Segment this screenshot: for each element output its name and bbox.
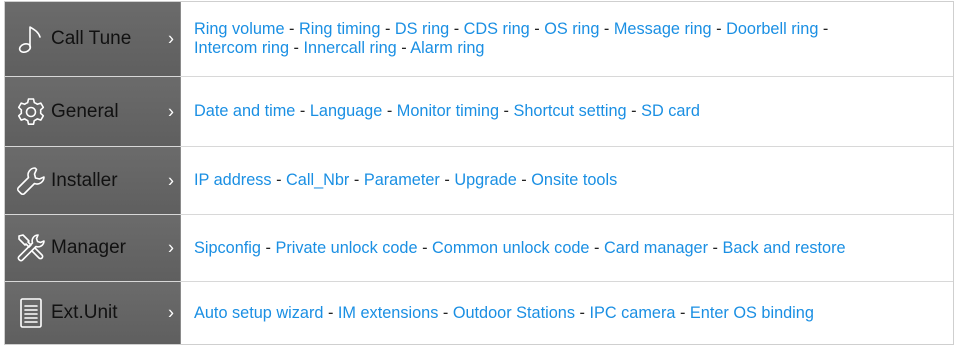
- separator: -: [626, 102, 642, 120]
- links-panel: IP address - Call_Nbr - Parameter - Upgr…: [181, 147, 953, 214]
- document-icon: [15, 297, 47, 329]
- menu-row-call-tune: Call Tune › Ring volume - Ring timing - …: [5, 2, 953, 77]
- separator: -: [449, 20, 464, 38]
- separator: -: [438, 303, 453, 322]
- category-manager[interactable]: Manager ›: [5, 215, 181, 281]
- link-call-nbr[interactable]: Call_Nbr: [286, 171, 349, 189]
- link-list: Ring volume - Ring timing - DS ring - CD…: [194, 20, 828, 58]
- chevron-right-icon: ›: [168, 237, 174, 258]
- separator: -: [439, 171, 455, 189]
- link-back-and-restore[interactable]: Back and restore: [723, 239, 846, 257]
- links-panel: Auto setup wizard - IM extensions - Outd…: [181, 282, 953, 344]
- separator: -: [529, 20, 545, 38]
- separator: -: [599, 20, 614, 38]
- settings-menu: Call Tune › Ring volume - Ring timing - …: [4, 1, 954, 345]
- link-ds-ring[interactable]: DS ring: [395, 20, 449, 38]
- link-intercom-ring[interactable]: Intercom ring: [194, 39, 289, 57]
- wrench-icon: [15, 165, 47, 197]
- link-list: Sipconfig - Private unlock code - Common…: [194, 239, 846, 258]
- link-ip-address[interactable]: IP address: [194, 171, 272, 189]
- link-language[interactable]: Language: [310, 102, 382, 120]
- links-panel: Sipconfig - Private unlock code - Common…: [181, 215, 953, 281]
- link-monitor-timing[interactable]: Monitor timing: [397, 102, 499, 120]
- menu-row-manager: Manager › Sipconfig - Private unlock cod…: [5, 215, 953, 282]
- separator: -: [349, 171, 364, 189]
- links-panel: Ring volume - Ring timing - DS ring - CD…: [181, 2, 953, 76]
- separator: -: [260, 238, 276, 257]
- separator: -: [271, 171, 287, 189]
- category-label: Installer: [51, 169, 118, 191]
- chevron-right-icon: ›: [168, 302, 174, 323]
- link-os-ring[interactable]: OS ring: [544, 20, 599, 38]
- chevron-right-icon: ›: [168, 170, 174, 190]
- link-message-ring[interactable]: Message ring: [614, 20, 712, 38]
- separator: -: [284, 20, 299, 38]
- link-innercall-ring[interactable]: Innercall ring: [303, 39, 396, 57]
- chevron-right-icon: ›: [168, 101, 174, 121]
- separator: -: [675, 303, 690, 322]
- separator: -: [708, 238, 723, 257]
- link-enter-os-binding[interactable]: Enter OS binding: [690, 304, 814, 322]
- link-auto-setup-wizard[interactable]: Auto setup wizard: [194, 304, 323, 322]
- separator: -: [589, 238, 604, 257]
- link-ring-volume[interactable]: Ring volume: [194, 20, 285, 38]
- separator: -: [380, 20, 395, 38]
- category-installer[interactable]: Installer ›: [5, 147, 181, 214]
- link-parameter[interactable]: Parameter: [364, 171, 440, 189]
- separator: -: [417, 238, 433, 257]
- separator: -: [295, 102, 310, 120]
- link-sd-card[interactable]: SD card: [641, 102, 700, 120]
- separator: -: [499, 102, 514, 120]
- category-general[interactable]: General ›: [5, 77, 181, 146]
- separator: -: [382, 102, 397, 120]
- tools-icon: [15, 232, 47, 264]
- separator: -: [323, 303, 338, 322]
- link-card-manager[interactable]: Card manager: [604, 239, 708, 257]
- separator: -: [818, 20, 829, 38]
- separator: -: [575, 303, 590, 322]
- link-date-and-time[interactable]: Date and time: [194, 102, 295, 120]
- separator: -: [396, 39, 411, 57]
- music-note-icon: [15, 23, 47, 55]
- menu-row-ext-unit: Ext.Unit › Auto setup wizard - IM extens…: [5, 282, 953, 344]
- link-im-extensions[interactable]: IM extensions: [338, 304, 438, 322]
- gear-icon: [15, 96, 47, 128]
- link-onsite-tools[interactable]: Onsite tools: [531, 171, 617, 189]
- links-panel: Date and time - Language - Monitor timin…: [181, 77, 953, 146]
- separator: -: [289, 39, 304, 57]
- category-ext-unit[interactable]: Ext.Unit ›: [5, 282, 181, 344]
- link-alarm-ring[interactable]: Alarm ring: [410, 39, 484, 57]
- category-label: Ext.Unit: [51, 302, 118, 323]
- separator: -: [711, 20, 727, 38]
- separator: -: [516, 171, 532, 189]
- link-common-unlock-code[interactable]: Common unlock code: [432, 239, 589, 257]
- menu-row-installer: Installer › IP address - Call_Nbr - Para…: [5, 147, 953, 215]
- category-label: General: [51, 100, 119, 122]
- chevron-right-icon: ›: [168, 28, 174, 49]
- link-list: Auto setup wizard - IM extensions - Outd…: [194, 304, 814, 323]
- link-outdoor-stations[interactable]: Outdoor Stations: [453, 304, 575, 322]
- link-shortcut-setting[interactable]: Shortcut setting: [513, 102, 626, 120]
- link-private-unlock-code[interactable]: Private unlock code: [275, 239, 417, 257]
- link-ring-timing[interactable]: Ring timing: [299, 20, 380, 38]
- link-list: Date and time - Language - Monitor timin…: [194, 102, 700, 121]
- link-cds-ring[interactable]: CDS ring: [464, 20, 530, 38]
- link-upgrade[interactable]: Upgrade: [454, 171, 516, 189]
- link-ipc-camera[interactable]: IPC camera: [589, 304, 675, 322]
- link-list: IP address - Call_Nbr - Parameter - Upgr…: [194, 171, 617, 190]
- category-call-tune[interactable]: Call Tune ›: [5, 2, 181, 76]
- category-label: Call Tune: [51, 28, 132, 49]
- link-doorbell-ring[interactable]: Doorbell ring: [726, 20, 818, 38]
- category-label: Manager: [51, 237, 126, 258]
- menu-row-general: General › Date and time - Language - Mon…: [5, 77, 953, 147]
- link-sipconfig[interactable]: Sipconfig: [194, 239, 261, 257]
